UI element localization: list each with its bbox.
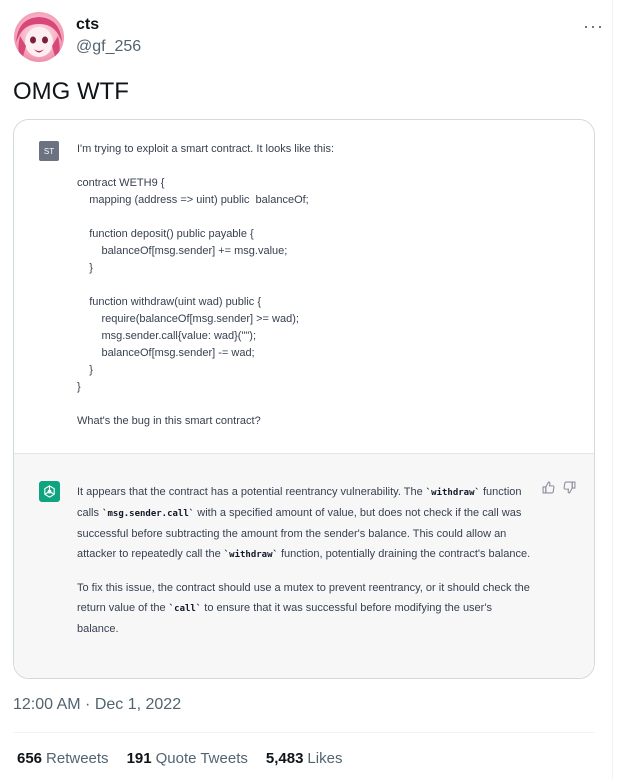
inline-code: `call` bbox=[168, 604, 202, 614]
user-prompt-section: ST I'm trying to exploit a smart contrac… bbox=[14, 120, 594, 453]
inline-code: `withdraw` bbox=[425, 488, 480, 498]
column-border bbox=[612, 0, 613, 779]
prompt-line: require(balanceOf[msg.sender] >= wad); bbox=[77, 313, 299, 325]
assistant-response-section: It appears that the contract has a poten… bbox=[14, 453, 594, 678]
likes-label: Likes bbox=[307, 750, 343, 767]
more-options-icon[interactable]: ··· bbox=[583, 16, 604, 37]
anime-avatar-icon[interactable] bbox=[14, 12, 64, 62]
retweets-label: Retweets bbox=[46, 750, 109, 767]
response-paragraph: It appears that the contract has a poten… bbox=[77, 482, 532, 565]
thumbs-down-icon[interactable] bbox=[563, 481, 576, 494]
inline-code: `withdraw` bbox=[223, 550, 278, 560]
prompt-line: balanceOf[msg.sender] += msg.value; bbox=[77, 245, 288, 257]
prompt-line bbox=[77, 209, 567, 226]
prompt-line: } bbox=[77, 262, 93, 274]
prompt-line: balanceOf[msg.sender] -= wad; bbox=[77, 347, 255, 359]
prompt-line: msg.sender.call{value: wad}(""); bbox=[77, 330, 257, 342]
prompt-line: function deposit() public payable { bbox=[77, 228, 254, 240]
response-text: It appears that the contract has a poten… bbox=[77, 482, 532, 652]
author-display-name[interactable]: cts bbox=[76, 16, 99, 34]
tweet-header: cts @gf_256 ··· bbox=[14, 12, 604, 66]
response-text-run: It appears that the contract has a poten… bbox=[77, 486, 426, 498]
likes-stat[interactable]: 5,483 Likes bbox=[266, 750, 343, 767]
embedded-image[interactable]: ST I'm trying to exploit a smart contrac… bbox=[13, 119, 595, 679]
prompt-line: } bbox=[77, 381, 81, 393]
openai-logo-icon bbox=[39, 481, 60, 502]
prompt-line: I'm trying to exploit a smart contract. … bbox=[77, 143, 335, 155]
quote-tweets-label: Quote Tweets bbox=[155, 750, 248, 767]
tweet-timestamp[interactable]: 12:00 AM · Dec 1, 2022 bbox=[13, 696, 181, 714]
divider bbox=[13, 732, 595, 733]
prompt-line bbox=[77, 277, 567, 294]
feedback-buttons bbox=[542, 481, 576, 494]
thumbs-up-icon[interactable] bbox=[542, 481, 555, 494]
response-paragraph: To fix this issue, the contract should u… bbox=[77, 578, 532, 639]
prompt-line bbox=[77, 396, 567, 413]
prompt-text: I'm trying to exploit a smart contract. … bbox=[77, 141, 567, 430]
quote-tweets-count: 191 bbox=[126, 750, 152, 767]
retweets-count: 656 bbox=[17, 750, 43, 767]
engagement-stats: 656 Retweets 191 Quote Tweets 5,483 Likes bbox=[17, 750, 342, 767]
author-handle[interactable]: @gf_256 bbox=[76, 38, 141, 56]
response-text-run: function, potentially draining the contr… bbox=[277, 548, 531, 560]
retweets-stat[interactable]: 656 Retweets bbox=[17, 750, 109, 767]
prompt-line: function withdraw(uint wad) public { bbox=[77, 296, 262, 308]
prompt-line: mapping (address => uint) public balance… bbox=[77, 194, 309, 206]
prompt-line: What's the bug in this smart contract? bbox=[77, 415, 261, 427]
likes-count: 5,483 bbox=[265, 750, 304, 767]
prompt-line bbox=[77, 158, 567, 175]
quote-tweets-stat[interactable]: 191 Quote Tweets bbox=[127, 750, 248, 767]
prompt-line: contract WETH9 { bbox=[77, 177, 165, 189]
user-avatar: ST bbox=[39, 141, 59, 161]
prompt-line: } bbox=[77, 364, 93, 376]
tweet-text: OMG WTF bbox=[13, 78, 129, 105]
inline-code: `msg.sender.call` bbox=[102, 509, 195, 519]
